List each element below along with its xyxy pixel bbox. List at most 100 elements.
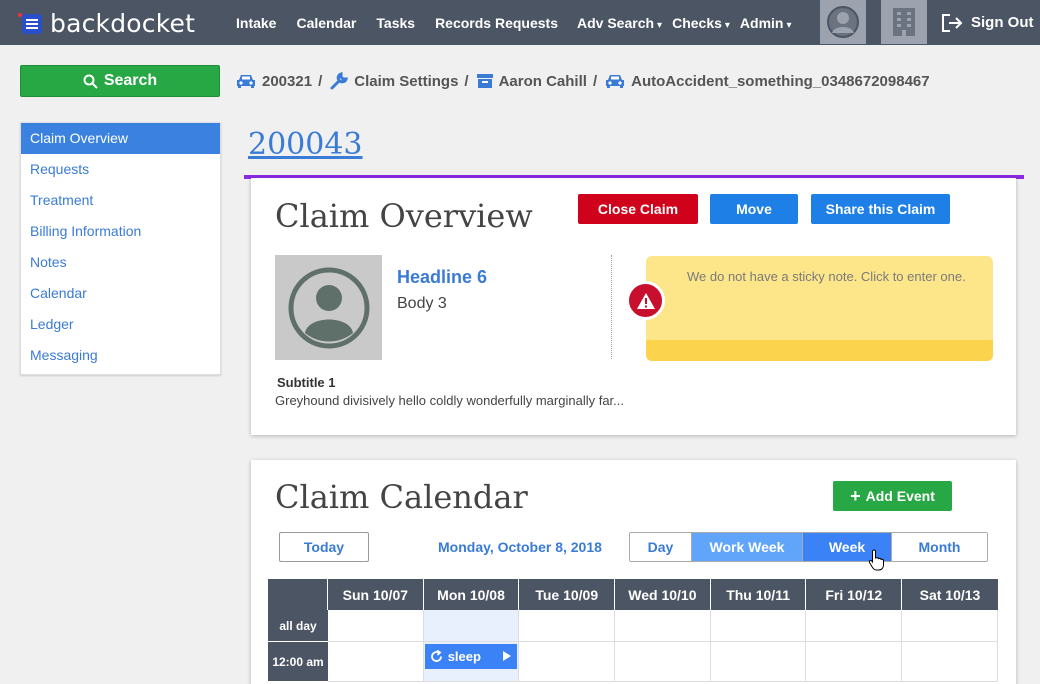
nav-menu: Intake Calendar Tasks Records Requests A… bbox=[236, 0, 812, 45]
calendar-cell[interactable] bbox=[519, 610, 616, 642]
brand-logo[interactable]: backdocket bbox=[18, 8, 195, 38]
nav-records-requests[interactable]: Records Requests bbox=[435, 15, 558, 31]
view-work-week-button[interactable]: Work Week bbox=[692, 533, 803, 561]
chevron-down-icon: ▾ bbox=[657, 19, 663, 31]
sidebar-item-treatment[interactable]: Treatment bbox=[21, 185, 220, 216]
play-icon bbox=[502, 651, 511, 661]
brand-name: backdocket bbox=[50, 8, 196, 38]
day-header[interactable]: Mon 10/08 bbox=[424, 579, 520, 610]
claim-description: Greyhound divisively hello coldly wonder… bbox=[275, 393, 624, 408]
recurring-icon bbox=[430, 650, 442, 662]
client-body: Body 3 bbox=[397, 295, 447, 312]
sign-out-button[interactable]: Sign Out bbox=[941, 0, 1034, 45]
calendar-cell[interactable] bbox=[615, 642, 711, 682]
hand-pointer-icon bbox=[868, 549, 884, 571]
car-icon bbox=[606, 75, 625, 88]
wrench-icon bbox=[330, 72, 349, 90]
sidebar-item-billing-information[interactable]: Billing Information bbox=[21, 216, 220, 247]
calendar-cell[interactable] bbox=[902, 610, 998, 642]
claim-calendar-title: Claim Calendar bbox=[275, 478, 528, 516]
current-date: Monday, October 8, 2018 bbox=[438, 539, 602, 555]
breadcrumb-separator: / bbox=[464, 72, 469, 90]
nav-tasks[interactable]: Tasks bbox=[376, 15, 415, 31]
week-calendar-grid: Sun 10/07 Mon 10/08 Tue 10/09 Wed 10/10 … bbox=[268, 579, 998, 682]
sticky-note-text: We do not have a sticky note. Click to e… bbox=[687, 269, 966, 284]
breadcrumb: 200321 / Claim Settings / Aaron Cahill /… bbox=[236, 71, 930, 91]
all-day-row: all day bbox=[268, 610, 998, 642]
chevron-down-icon: ▾ bbox=[786, 19, 792, 31]
sidebar-item-notes[interactable]: Notes bbox=[21, 247, 220, 278]
breadcrumb-separator: / bbox=[318, 72, 323, 90]
time-row-12am: 12:00 am sleep bbox=[268, 642, 998, 682]
breadcrumb-case[interactable]: AutoAccident_something_0348672098467 bbox=[605, 73, 930, 90]
add-event-button[interactable]: + Add Event bbox=[833, 481, 952, 511]
avatar bbox=[275, 255, 382, 360]
today-button[interactable]: Today bbox=[279, 532, 369, 562]
breadcrumb-claim-settings[interactable]: Claim Settings bbox=[330, 72, 458, 90]
day-header[interactable]: Sat 10/13 bbox=[902, 579, 998, 610]
plus-icon: + bbox=[850, 486, 861, 506]
sign-out-label: Sign Out bbox=[971, 14, 1034, 31]
search-label: Search bbox=[103, 72, 158, 89]
sidebar-item-calendar[interactable]: Calendar bbox=[21, 278, 220, 309]
time-label: 12:00 am bbox=[268, 642, 328, 682]
claim-overview-card: Claim Overview Close Claim Move Share th… bbox=[251, 178, 1016, 435]
calendar-event[interactable]: sleep bbox=[424, 644, 517, 669]
day-header[interactable]: Wed 10/10 bbox=[615, 579, 711, 610]
nav-admin[interactable]: Admin ▾ bbox=[740, 15, 792, 31]
search-icon bbox=[83, 74, 98, 89]
calendar-cell[interactable] bbox=[519, 642, 616, 682]
top-navbar: backdocket Intake Calendar Tasks Records… bbox=[0, 0, 1040, 45]
nav-intake[interactable]: Intake bbox=[236, 15, 276, 31]
client-headline[interactable]: Headline 6 bbox=[397, 267, 487, 288]
calendar-cell[interactable] bbox=[710, 610, 807, 642]
user-avatar-icon bbox=[827, 6, 859, 38]
user-profile-button[interactable] bbox=[820, 0, 866, 44]
calendar-cell[interactable] bbox=[902, 642, 998, 682]
calendar-view-switcher: Day Work Week Week Month bbox=[629, 532, 988, 562]
nav-calendar[interactable]: Calendar bbox=[296, 15, 356, 31]
chevron-down-icon: ▾ bbox=[724, 19, 730, 31]
archive-icon bbox=[476, 74, 493, 88]
breadcrumb-claim[interactable]: 200321 bbox=[236, 73, 312, 90]
sidebar-item-requests[interactable]: Requests bbox=[21, 154, 220, 185]
nav-checks[interactable]: Checks ▾ bbox=[672, 15, 730, 31]
calendar-cell[interactable] bbox=[806, 642, 903, 682]
day-header[interactable]: Tue 10/09 bbox=[519, 579, 616, 610]
organization-button[interactable] bbox=[881, 0, 927, 44]
claim-number-link[interactable]: 200043 bbox=[248, 127, 363, 162]
move-button[interactable]: Move bbox=[710, 194, 798, 224]
nav-adv-search[interactable]: Adv Search ▾ bbox=[577, 15, 662, 31]
search-button[interactable]: Search bbox=[20, 65, 220, 97]
sidebar-item-messaging[interactable]: Messaging bbox=[21, 340, 220, 371]
sidebar-item-ledger[interactable]: Ledger bbox=[21, 309, 220, 340]
claim-overview-title: Claim Overview bbox=[275, 197, 533, 235]
day-header[interactable]: Thu 10/11 bbox=[711, 579, 807, 610]
warning-icon bbox=[626, 281, 665, 320]
calendar-cell[interactable] bbox=[328, 642, 424, 682]
sticky-note-footer bbox=[646, 340, 993, 361]
sidebar-item-claim-overview[interactable]: Claim Overview bbox=[21, 123, 220, 154]
view-month-button[interactable]: Month bbox=[892, 533, 987, 561]
calendar-cell[interactable] bbox=[710, 642, 807, 682]
calendar-cell[interactable] bbox=[423, 610, 520, 642]
day-header[interactable]: Fri 10/12 bbox=[806, 579, 903, 610]
add-event-label: Add Event bbox=[865, 488, 935, 504]
calendar-cell[interactable]: sleep bbox=[423, 642, 520, 682]
share-claim-button[interactable]: Share this Claim bbox=[811, 194, 950, 224]
breadcrumb-client[interactable]: Aaron Cahill bbox=[476, 73, 587, 90]
close-claim-button[interactable]: Close Claim bbox=[578, 194, 698, 224]
day-header[interactable]: Sun 10/07 bbox=[328, 579, 424, 610]
time-gutter-header bbox=[268, 579, 328, 610]
view-day-button[interactable]: Day bbox=[630, 533, 692, 561]
claim-sidebar: Claim Overview Requests Treatment Billin… bbox=[20, 122, 221, 375]
logo-icon bbox=[18, 10, 44, 36]
calendar-cell[interactable] bbox=[328, 610, 424, 642]
claim-calendar-card: Claim Calendar + Add Event Today Monday,… bbox=[251, 460, 1016, 684]
calendar-cell[interactable] bbox=[615, 610, 711, 642]
vertical-divider bbox=[611, 255, 612, 359]
calendar-cell[interactable] bbox=[806, 610, 903, 642]
calendar-header-row: Sun 10/07 Mon 10/08 Tue 10/09 Wed 10/10 … bbox=[268, 579, 998, 610]
all-day-label: all day bbox=[268, 610, 328, 642]
sticky-note[interactable]: We do not have a sticky note. Click to e… bbox=[646, 256, 993, 361]
